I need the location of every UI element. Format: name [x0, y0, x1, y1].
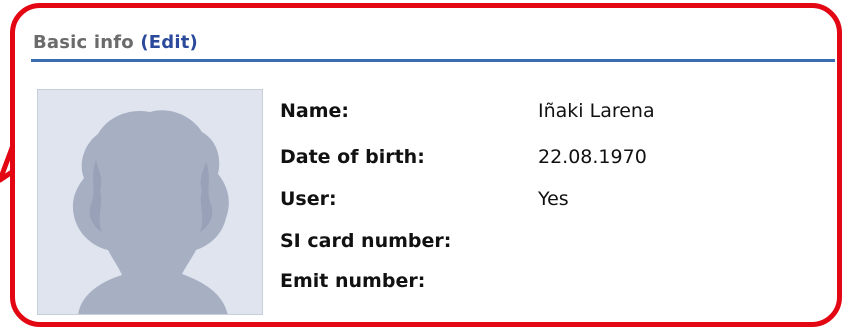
field-label-user: User:	[280, 188, 337, 210]
field-label-si-card-number: SI card number:	[280, 230, 452, 252]
field-value-name: Iñaki Larena	[538, 100, 655, 122]
profile-photo	[37, 89, 263, 315]
field-value-user: Yes	[538, 188, 569, 210]
field-label-date-of-birth: Date of birth:	[280, 146, 425, 168]
section-title: Basic info	[33, 32, 134, 53]
edit-link[interactable]: (Edit)	[140, 32, 198, 53]
callout-frame: Basic info (Edit) Name: Iñaki Larena Dat…	[10, 3, 842, 327]
header-divider	[31, 59, 835, 62]
field-label-name: Name:	[280, 100, 350, 122]
profile-stage: Basic info (Edit) Name: Iñaki Larena Dat…	[0, 0, 852, 335]
silhouette-placeholder-icon	[73, 110, 229, 314]
field-label-emit-number: Emit number:	[280, 270, 426, 292]
field-value-date-of-birth: 22.08.1970	[538, 146, 647, 168]
section-header: Basic info (Edit)	[33, 32, 198, 53]
